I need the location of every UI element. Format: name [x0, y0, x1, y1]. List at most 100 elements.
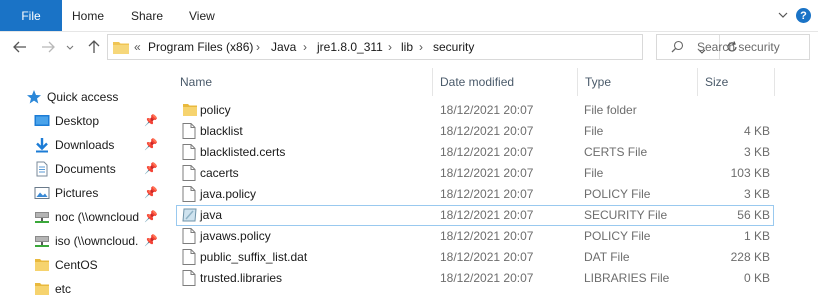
file-date: 18/12/2021 20:07 [440, 187, 534, 201]
breadcrumb-separator[interactable]: › [256, 40, 260, 54]
file-date: 18/12/2021 20:07 [440, 208, 534, 222]
sidebar-item-pictures[interactable]: Pictures 📌 [0, 182, 166, 204]
folder-icon [34, 257, 50, 273]
address-bar[interactable]: « Program Files (x86) › Java › jre1.8.0_… [107, 34, 737, 60]
sidebar-item-label: etc [55, 282, 72, 296]
help-icon[interactable]: ? [796, 8, 811, 23]
pin-icon[interactable]: 📌 [144, 210, 158, 223]
file-name: policy [200, 103, 231, 117]
file-size: 3 KB [743, 187, 770, 201]
pin-icon[interactable]: 📌 [144, 234, 158, 247]
sidebar-item-label: CentOS [55, 258, 98, 272]
folder-icon [34, 281, 50, 297]
file-type: DAT File [584, 250, 630, 264]
file-type: File [584, 124, 604, 138]
pin-icon[interactable]: 📌 [144, 114, 158, 127]
file-row[interactable]: blacklist 18/12/2021 20:07 File 4 KB [176, 121, 774, 142]
file-name: blacklisted.certs [200, 145, 286, 159]
file-row-selected[interactable]: java 18/12/2021 20:07 SECURITY File 56 K… [176, 205, 774, 226]
pin-icon[interactable]: 📌 [144, 186, 158, 199]
sidebar-item-downloads[interactable]: Downloads 📌 [0, 134, 166, 156]
file-type: SECURITY File [584, 208, 668, 222]
forward-icon[interactable] [40, 39, 56, 55]
file-name: blacklist [200, 124, 243, 138]
column-divider[interactable] [577, 68, 578, 96]
pin-icon[interactable]: 📌 [144, 138, 158, 151]
breadcrumb-security[interactable]: security [433, 40, 474, 54]
breadcrumb-separator[interactable]: › [419, 40, 423, 54]
downloads-icon [34, 137, 50, 153]
breadcrumb-overflow[interactable]: « [134, 40, 141, 54]
file-date: 18/12/2021 20:07 [440, 229, 534, 243]
column-header-type[interactable]: Type [585, 75, 611, 89]
pictures-icon [34, 185, 50, 201]
file-date: 18/12/2021 20:07 [440, 271, 534, 285]
pin-icon[interactable]: 📌 [144, 162, 158, 175]
column-header-size[interactable]: Size [705, 75, 728, 89]
sidebar-item-etc[interactable]: etc [0, 278, 166, 300]
breadcrumb-program-files[interactable]: Program Files (x86) [148, 40, 253, 54]
documents-icon [34, 161, 50, 177]
file-type: File [584, 166, 604, 180]
file-date: 18/12/2021 20:07 [440, 103, 534, 117]
file-row[interactable]: java.policy 18/12/2021 20:07 POLICY File… [176, 184, 774, 205]
file-name: java [200, 208, 223, 222]
file-row[interactable]: blacklisted.certs 18/12/2021 20:07 CERTS… [176, 142, 774, 163]
network-drive-icon [34, 209, 50, 225]
column-header-name[interactable]: Name [180, 75, 212, 89]
search-icon [671, 40, 684, 56]
expand-ribbon-icon[interactable] [775, 7, 791, 23]
file-date: 18/12/2021 20:07 [440, 124, 534, 138]
search-input[interactable]: Search security [656, 34, 810, 60]
file-date: 18/12/2021 20:07 [440, 250, 534, 264]
file-icon [182, 228, 196, 244]
file-row[interactable]: cacerts 18/12/2021 20:07 File 103 KB [176, 163, 774, 184]
sidebar-item-documents[interactable]: Documents 📌 [0, 158, 166, 180]
tab-share[interactable]: Share [131, 0, 163, 31]
file-icon [182, 144, 196, 160]
column-header-date[interactable]: Date modified [440, 75, 514, 89]
breadcrumb-java[interactable]: Java [271, 40, 296, 54]
file-row[interactable]: trusted.libraries 18/12/2021 20:07 LIBRA… [176, 268, 774, 289]
tab-file[interactable]: File [0, 0, 62, 31]
file-size: 228 KB [730, 250, 770, 264]
breadcrumb-jre[interactable]: jre1.8.0_311 [317, 40, 383, 54]
tab-home[interactable]: Home [72, 0, 104, 31]
sidebar-item-iso[interactable]: iso (\\owncloud. 📌 [0, 230, 166, 252]
file-icon [182, 249, 196, 265]
star-icon [26, 89, 42, 105]
folder-icon [182, 102, 197, 118]
up-icon[interactable] [86, 39, 102, 55]
sidebar-item-desktop[interactable]: Desktop 📌 [0, 110, 166, 132]
recent-locations-icon[interactable] [64, 39, 76, 55]
file-icon [182, 123, 196, 139]
file-icon [182, 270, 196, 286]
file-icon [182, 165, 196, 181]
column-divider[interactable] [697, 68, 698, 96]
file-type: CERTS File [584, 145, 648, 159]
file-size: 103 KB [730, 166, 770, 180]
breadcrumb-separator[interactable]: › [303, 40, 307, 54]
file-row[interactable]: javaws.policy 18/12/2021 20:07 POLICY Fi… [176, 226, 774, 247]
sidebar-item-label: Downloads [55, 138, 115, 152]
column-divider[interactable] [774, 68, 775, 96]
sidebar-item-noc[interactable]: noc (\\owncloud 📌 [0, 206, 166, 228]
file-icon [182, 186, 196, 202]
file-row[interactable]: public_suffix_list.dat 18/12/2021 20:07 … [176, 247, 774, 268]
file-size: 0 KB [743, 271, 770, 285]
file-type: LIBRARIES File [584, 271, 670, 285]
file-name: cacerts [200, 166, 239, 180]
breadcrumb-separator[interactable]: › [388, 40, 392, 54]
sidebar-item-quick-access[interactable]: Quick access [0, 86, 166, 108]
file-row[interactable]: policy 18/12/2021 20:07 File folder [176, 100, 774, 121]
file-name: javaws.policy [200, 229, 271, 243]
back-icon[interactable] [12, 39, 28, 55]
file-size: 4 KB [743, 124, 770, 138]
file-name: trusted.libraries [200, 271, 283, 285]
ribbon: File Home Share View ? [0, 0, 818, 32]
tab-view[interactable]: View [189, 0, 215, 31]
file-date: 18/12/2021 20:07 [440, 145, 534, 159]
sidebar-item-centos[interactable]: CentOS [0, 254, 166, 276]
breadcrumb-lib[interactable]: lib [401, 40, 413, 54]
column-divider[interactable] [432, 68, 433, 96]
